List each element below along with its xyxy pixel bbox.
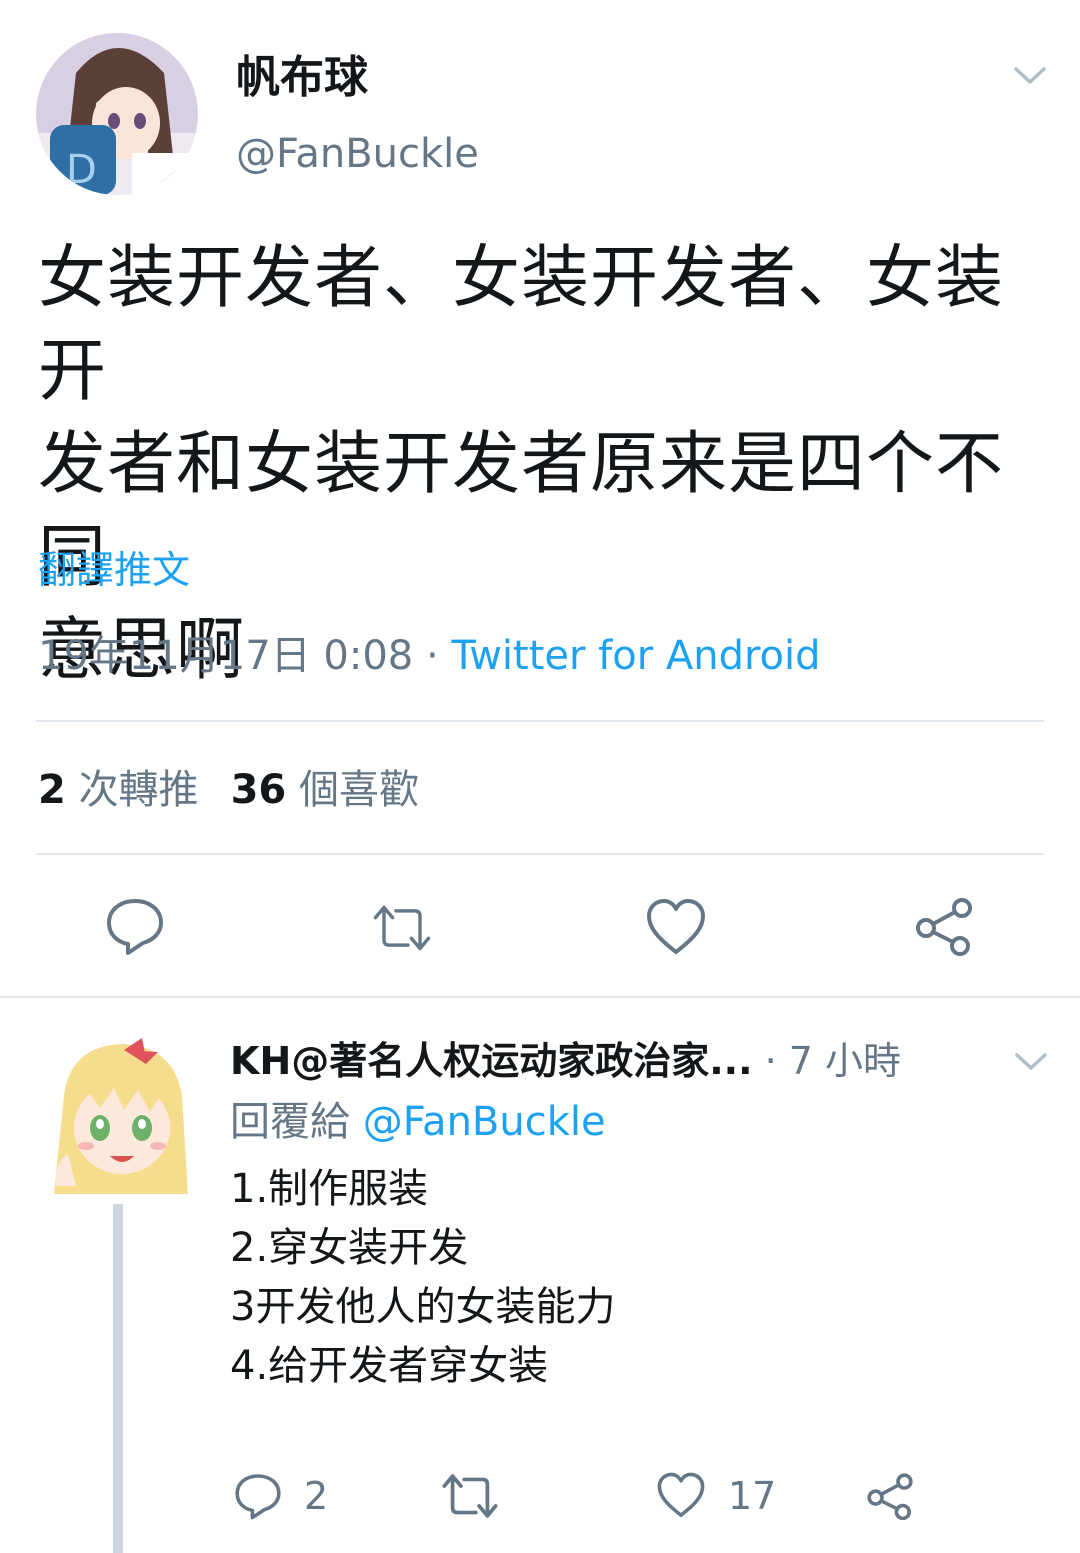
reply-text-line: 2.穿女装开发	[230, 1225, 469, 1271]
tweet-text: 女装开发者、女装开发者、女装开 发者和女装开发者原来是四个不同 意思啊	[38, 232, 1048, 697]
divider	[36, 720, 1044, 722]
replying-label: 回覆給	[230, 1099, 363, 1145]
meta-separator: ·	[413, 633, 452, 679]
thread-line	[113, 1204, 123, 1553]
reply-avatar[interactable]	[50, 1036, 192, 1194]
like-stat[interactable]: 36 個喜歡	[231, 767, 419, 813]
retweet-icon	[442, 1474, 498, 1518]
reply-retweet-button[interactable]	[441, 1470, 499, 1522]
reply-count: 2	[304, 1474, 329, 1518]
reply-text-line: 4.给开发者穿女装	[230, 1343, 549, 1389]
tweet-separator	[0, 996, 1080, 998]
share-icon[interactable]	[914, 896, 974, 956]
replying-to-mention[interactable]: @FanBuckle	[363, 1099, 606, 1145]
share-icon	[867, 1473, 913, 1520]
translate-tweet-link[interactable]: 翻譯推文	[38, 546, 190, 594]
reply-text-line: 1.制作服装	[230, 1166, 429, 1212]
tweet-stats: 2 次轉推 36 個喜歡	[38, 764, 419, 816]
reply-reply-button[interactable]: 2	[234, 1470, 328, 1522]
retweet-icon[interactable]	[372, 898, 432, 958]
reply-icon[interactable]	[105, 896, 165, 956]
user-handle[interactable]: @FanBuckle	[236, 130, 479, 178]
reply-like-count: 17	[728, 1474, 777, 1518]
display-name[interactable]: 帆布球	[236, 52, 368, 104]
like-count: 36	[230, 767, 287, 813]
chevron-down-icon[interactable]	[1014, 1052, 1048, 1072]
user-avatar[interactable]: D	[36, 33, 198, 195]
main-tweet: D 帆布球 @FanBuckle 女装开发者、女装开发者、女装开 发者和女装开发…	[0, 0, 1080, 998]
reply-timestamp: · 7 小時	[752, 1039, 902, 1083]
retweet-count: 2	[38, 767, 66, 813]
tweet-timestamp: 19年11月17日 0:08	[38, 633, 414, 679]
like-icon	[657, 1472, 705, 1517]
svg-text:D: D	[66, 147, 97, 193]
reply-display-name[interactable]: KH@著名人权运动家政治家...	[230, 1039, 753, 1083]
divider	[36, 853, 1044, 855]
reply-header: KH@著名人权运动家政治家... · 7 小時	[230, 1036, 901, 1086]
tweet-text-line: 女装开发者、女装开发者、女装开	[38, 239, 1005, 411]
reply-icon	[235, 1474, 281, 1520]
reply-text: 1.制作服装 2.穿女装开发 3开发他人的女装能力 4.给开发者穿女装	[230, 1160, 615, 1396]
reply-share-button[interactable]	[866, 1470, 914, 1522]
tweet-meta: 19年11月17日 0:08 · Twitter for Android	[38, 630, 821, 682]
like-label: 個喜歡	[298, 767, 419, 813]
retweet-label: 次轉推	[78, 767, 199, 813]
chevron-down-icon[interactable]	[1013, 66, 1047, 86]
tweet-source-link[interactable]: Twitter for Android	[451, 633, 820, 679]
reply-like-button[interactable]: 17	[656, 1470, 776, 1522]
reply-text-line: 3开发他人的女装能力	[230, 1284, 616, 1330]
replying-to: 回覆給 @FanBuckle	[230, 1096, 606, 1148]
like-icon[interactable]	[646, 898, 706, 958]
retweet-stat[interactable]: 2 次轉推	[38, 767, 199, 813]
